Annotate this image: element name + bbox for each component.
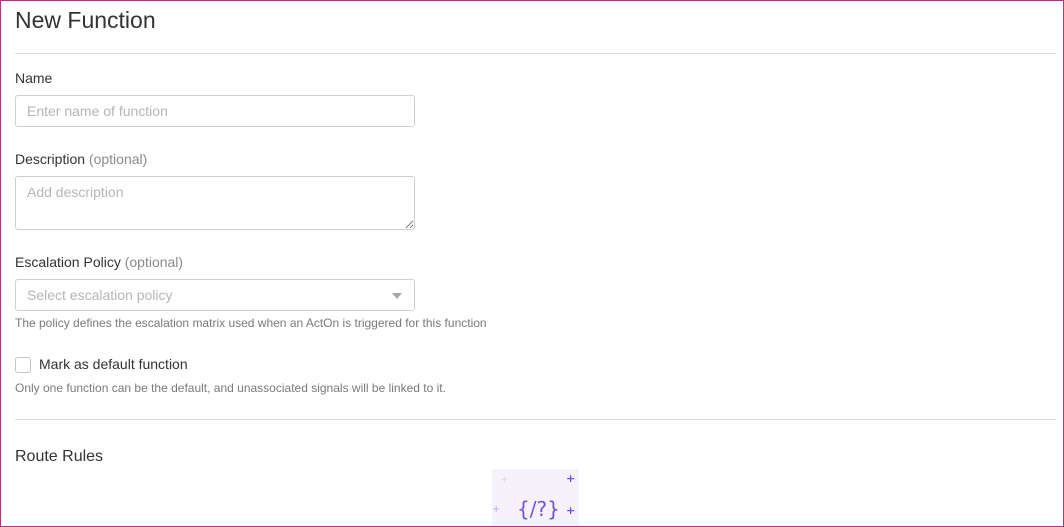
name-input[interactable] <box>15 95 415 127</box>
code-query-icon: {/?} <box>517 497 560 521</box>
escalation-policy-optional-tag: (optional) <box>124 254 184 270</box>
chevron-down-icon <box>392 293 402 299</box>
description-label-text: Description <box>15 151 86 167</box>
name-label: Name <box>15 70 52 86</box>
escalation-policy-label-text: Escalation Policy <box>15 254 121 270</box>
header-divider <box>15 53 1056 54</box>
plus-icon: + <box>566 504 576 517</box>
default-function-help-text: Only one function can be the default, an… <box>15 381 446 395</box>
description-textarea[interactable] <box>15 176 415 230</box>
new-function-panel: New Function Name Description (optional)… <box>0 0 1064 527</box>
route-rules-empty-illustration: + + + + {/?} <box>492 469 579 526</box>
escalation-policy-placeholder: Select escalation policy <box>27 287 173 303</box>
plus-icon: + <box>492 504 501 515</box>
page-title: New Function <box>15 7 156 33</box>
escalation-policy-label: Escalation Policy (optional) <box>15 254 183 270</box>
section-divider <box>15 419 1056 420</box>
description-optional-tag: (optional) <box>88 151 148 167</box>
sparkle-icon: + <box>501 475 508 484</box>
default-function-checkbox[interactable] <box>15 357 31 373</box>
plus-icon: + <box>566 472 576 485</box>
name-label-text: Name <box>15 70 53 86</box>
default-function-label[interactable]: Mark as default function <box>39 356 188 372</box>
escalation-policy-select[interactable]: Select escalation policy <box>15 279 415 311</box>
escalation-policy-help-text: The policy defines the escalation matrix… <box>15 316 487 330</box>
description-label: Description (optional) <box>15 151 147 167</box>
route-rules-title: Route Rules <box>15 448 104 465</box>
